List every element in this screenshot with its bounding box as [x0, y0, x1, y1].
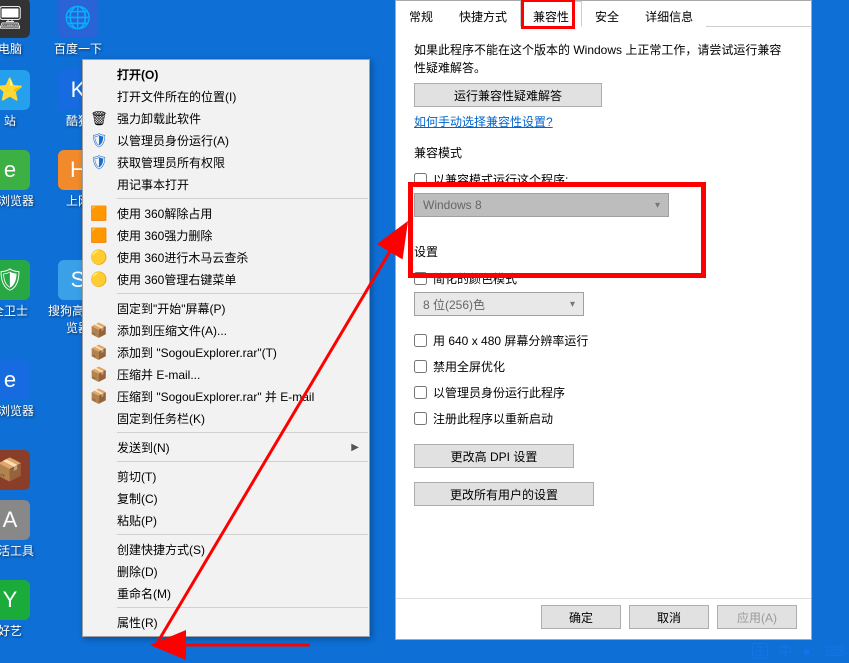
- desktop-icon[interactable]: e全浏览器: [0, 150, 40, 209]
- disable-fullscreen-checkbox[interactable]: [414, 360, 427, 373]
- cm-send-to[interactable]: 发送到(N)▶: [83, 436, 369, 458]
- tab-shortcut[interactable]: 快捷方式: [446, 1, 520, 27]
- cm-add-archive[interactable]: 📦添加到压缩文件(A)...: [83, 319, 369, 341]
- cm-get-admin[interactable]: 🛡获取管理员所有权限: [83, 151, 369, 173]
- reduced-color-checkbox[interactable]: [414, 272, 427, 285]
- 360-icon: 🟧: [89, 203, 109, 223]
- separator: [117, 534, 368, 535]
- shield-icon: 🛡: [89, 152, 109, 172]
- desktop-icon[interactable]: 🛡全卫士: [0, 260, 40, 319]
- intro-text: 如果此程序不能在这个版本的 Windows 上正常工作，请尝试运行兼容性疑难解答…: [414, 41, 793, 77]
- desktop-icon[interactable]: 🖥电脑: [0, 0, 40, 57]
- tab-bar: 常规 快捷方式 兼容性 安全 详细信息: [396, 1, 811, 27]
- desktop-icon[interactable]: 📦: [0, 450, 40, 492]
- cm-360-unlock[interactable]: 🟧使用 360解除占用: [83, 202, 369, 224]
- cm-cut[interactable]: 剪切(T): [83, 465, 369, 487]
- run-as-admin-label: 以管理员身份运行此程序: [433, 384, 565, 401]
- separator: [117, 432, 368, 433]
- compat-mode-label: 以兼容模式运行这个程序:: [433, 171, 568, 188]
- apply-button[interactable]: 应用(A): [717, 605, 797, 629]
- register-restart-label: 注册此程序以重新启动: [433, 410, 553, 427]
- 360-icon: 🟧: [89, 225, 109, 245]
- desktop-icon[interactable]: A激活工具: [0, 500, 40, 559]
- context-menu: 打开(O) 打开文件所在的位置(I) 🗑强力卸载此软件 🛡以管理员身份运行(A)…: [82, 59, 370, 637]
- cm-rename[interactable]: 重命名(M): [83, 582, 369, 604]
- cm-run-admin[interactable]: 🛡以管理员身份运行(A): [83, 129, 369, 151]
- disable-fullscreen-label: 禁用全屏优化: [433, 358, 505, 375]
- cm-properties[interactable]: 属性(R): [83, 611, 369, 633]
- tab-details[interactable]: 详细信息: [632, 1, 706, 27]
- shield-icon: 🛡: [89, 130, 109, 150]
- chevron-down-icon: ▾: [570, 299, 575, 310]
- cm-open[interactable]: 打开(O): [83, 63, 369, 85]
- desktop-icon[interactable]: 🌐百度一下: [48, 0, 108, 57]
- ime-punct[interactable]: ●,: [802, 643, 814, 659]
- compat-mode-checkbox[interactable]: [414, 173, 427, 186]
- ime-bar[interactable]: 王 中 ●, ⌨: [752, 641, 845, 661]
- cm-pin-start[interactable]: 固定到"开始"屏幕(P): [83, 297, 369, 319]
- trash-icon: 🗑: [89, 108, 109, 128]
- properties-dialog: 常规 快捷方式 兼容性 安全 详细信息 如果此程序不能在这个版本的 Window…: [395, 0, 812, 640]
- cm-paste[interactable]: 粘贴(P): [83, 509, 369, 531]
- chevron-right-icon: ▶: [351, 442, 359, 453]
- cm-add-rar[interactable]: 📦添加到 "SogouExplorer.rar"(T): [83, 341, 369, 363]
- desktop-icon[interactable]: e速浏览器: [0, 360, 40, 419]
- cm-360-delete[interactable]: 🟧使用 360强力删除: [83, 224, 369, 246]
- cm-delete[interactable]: 删除(D): [83, 560, 369, 582]
- manual-settings-link[interactable]: 如何手动选择兼容性设置?: [414, 115, 553, 129]
- cm-360-menu[interactable]: 🟡使用 360管理右键菜单: [83, 268, 369, 290]
- tab-security[interactable]: 安全: [582, 1, 632, 27]
- archive-icon: 📦: [89, 320, 109, 340]
- cm-open-location[interactable]: 打开文件所在的位置(I): [83, 85, 369, 107]
- res640-checkbox[interactable]: [414, 334, 427, 347]
- archive-icon: 📦: [89, 386, 109, 406]
- archive-icon: 📦: [89, 364, 109, 384]
- cm-compress-rar-email[interactable]: 📦压缩到 "SogouExplorer.rar" 并 E-mail: [83, 385, 369, 407]
- ok-button[interactable]: 确定: [541, 605, 621, 629]
- dpi-button[interactable]: 更改高 DPI 设置: [414, 444, 574, 468]
- tab-compatibility[interactable]: 兼容性: [520, 1, 582, 27]
- ime-lang[interactable]: 中: [778, 641, 792, 661]
- ime-state[interactable]: 王: [752, 643, 768, 659]
- tab-general[interactable]: 常规: [396, 1, 446, 27]
- troubleshoot-button[interactable]: 运行兼容性疑难解答: [414, 83, 602, 107]
- 360-icon: 🟡: [89, 247, 109, 267]
- cm-open-notepad[interactable]: 用记事本打开: [83, 173, 369, 195]
- run-as-admin-checkbox[interactable]: [414, 386, 427, 399]
- res640-label: 用 640 x 480 屏幕分辨率运行: [433, 332, 588, 349]
- cm-copy[interactable]: 复制(C): [83, 487, 369, 509]
- cancel-button[interactable]: 取消: [629, 605, 709, 629]
- reduced-color-label: 简化的颜色模式: [433, 270, 517, 287]
- compat-mode-combo[interactable]: Windows 8 ▾: [414, 193, 669, 217]
- cm-uninstall[interactable]: 🗑强力卸载此软件: [83, 107, 369, 129]
- separator: [117, 607, 368, 608]
- register-restart-checkbox[interactable]: [414, 412, 427, 425]
- desktop-icon[interactable]: Y好艺: [0, 580, 40, 639]
- cm-shortcut[interactable]: 创建快捷方式(S): [83, 538, 369, 560]
- dialog-buttons: 确定 取消 应用(A): [396, 598, 811, 629]
- keyboard-icon[interactable]: ⌨: [825, 643, 845, 660]
- archive-icon: 📦: [89, 342, 109, 362]
- separator: [117, 293, 368, 294]
- compat-mode-header: 兼容模式: [414, 144, 793, 161]
- 360-icon: 🟡: [89, 269, 109, 289]
- cm-compress-email[interactable]: 📦压缩并 E-mail...: [83, 363, 369, 385]
- color-combo[interactable]: 8 位(256)色 ▾: [414, 292, 584, 316]
- chevron-down-icon: ▾: [655, 200, 660, 211]
- desktop-icon[interactable]: ⭐站: [0, 70, 40, 129]
- dialog-body: 如果此程序不能在这个版本的 Windows 上正常工作，请尝试运行兼容性疑难解答…: [396, 27, 811, 639]
- cm-360-scan[interactable]: 🟡使用 360进行木马云查杀: [83, 246, 369, 268]
- separator: [117, 461, 368, 462]
- settings-header: 设置: [414, 243, 793, 260]
- separator: [117, 198, 368, 199]
- cm-pin-taskbar[interactable]: 固定到任务栏(K): [83, 407, 369, 429]
- all-users-button[interactable]: 更改所有用户的设置: [414, 482, 594, 506]
